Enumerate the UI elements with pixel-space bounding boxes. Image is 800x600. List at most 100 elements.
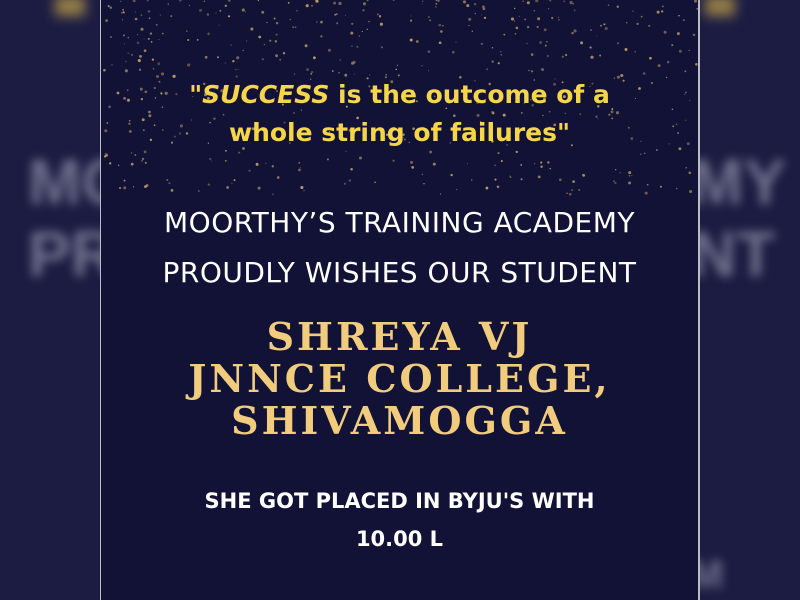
star-dot bbox=[187, 38, 190, 42]
star-dot bbox=[427, 50, 431, 53]
star-dot bbox=[580, 41, 584, 45]
star-dot bbox=[551, 16, 554, 20]
star-dot bbox=[500, 50, 502, 53]
star-dot bbox=[435, 2, 438, 5]
star-dot bbox=[632, 10, 634, 12]
star-dot bbox=[376, 13, 379, 16]
star-dot bbox=[109, 162, 112, 165]
star-dot bbox=[211, 160, 213, 162]
star-dot bbox=[678, 49, 682, 53]
star-dot bbox=[127, 36, 130, 39]
star-dot bbox=[466, 4, 470, 8]
star-dot bbox=[130, 152, 133, 154]
star-dot bbox=[644, 191, 648, 195]
star-dot bbox=[590, 29, 592, 31]
star-dot bbox=[497, 152, 500, 155]
star-dot bbox=[218, 24, 220, 26]
star-dot bbox=[660, 10, 664, 13]
star-dot bbox=[147, 37, 150, 40]
academy-line-1: MOORTHY’S TRAINING ACADEMY bbox=[164, 206, 635, 239]
star-dot bbox=[415, 40, 419, 43]
star-dot bbox=[684, 70, 687, 73]
star-dot bbox=[480, 14, 482, 16]
star-dot bbox=[134, 17, 138, 21]
star-dot bbox=[395, 68, 397, 71]
star-dot bbox=[130, 162, 134, 166]
star-dot bbox=[396, 64, 399, 66]
star-dot bbox=[226, 186, 229, 189]
star-dot bbox=[695, 62, 698, 66]
star-dot bbox=[157, 62, 161, 66]
star-dot bbox=[287, 1, 290, 4]
star-dot bbox=[392, 159, 395, 162]
star-dot bbox=[514, 32, 517, 35]
star-dot bbox=[167, 3, 169, 5]
star-dot bbox=[689, 189, 693, 194]
star-dot bbox=[343, 182, 347, 185]
star-dot bbox=[224, 62, 226, 64]
star-dot bbox=[486, 68, 489, 71]
star-dot bbox=[120, 11, 123, 14]
star-dot bbox=[217, 56, 219, 59]
star-dot bbox=[678, 14, 680, 17]
blurred-text: PRO bbox=[28, 218, 100, 290]
star-dot bbox=[569, 1, 573, 5]
star-dot bbox=[255, 162, 259, 166]
star-dot bbox=[196, 39, 199, 41]
star-dot bbox=[122, 11, 125, 14]
star-dot bbox=[351, 22, 354, 25]
star-dot bbox=[266, 22, 268, 24]
star-dot bbox=[491, 47, 494, 49]
star-dot bbox=[624, 48, 628, 51]
star-dot bbox=[334, 13, 337, 16]
star-dot bbox=[548, 8, 550, 10]
star-dot bbox=[688, 49, 690, 52]
star-dot bbox=[152, 68, 155, 70]
star-dot bbox=[358, 156, 363, 160]
star-dot bbox=[549, 0, 552, 2]
star-dot bbox=[119, 0, 122, 2]
star-dot bbox=[137, 58, 141, 63]
quote-line-2: whole string of failures" bbox=[228, 118, 571, 147]
star-dot bbox=[573, 29, 577, 33]
star-dot bbox=[336, 22, 339, 25]
star-dot bbox=[600, 24, 602, 27]
star-dot bbox=[361, 30, 363, 33]
star-dot bbox=[351, 45, 353, 47]
star-dot bbox=[124, 60, 127, 63]
star-dot bbox=[298, 168, 301, 172]
star-dot bbox=[158, 39, 160, 41]
star-dot bbox=[639, 153, 642, 156]
star-dot bbox=[563, 0, 566, 3]
blurred-glow bbox=[55, 0, 85, 16]
star-dot bbox=[109, 6, 112, 9]
star-dot bbox=[599, 54, 602, 57]
star-dot bbox=[494, 178, 497, 181]
star-dot bbox=[203, 0, 206, 3]
star-dot bbox=[275, 21, 279, 25]
star-dot bbox=[215, 12, 217, 14]
star-dot bbox=[688, 171, 692, 175]
star-dot bbox=[437, 0, 440, 3]
student-city: SHIVAMOGGA bbox=[231, 398, 568, 443]
star-dot bbox=[320, 20, 323, 24]
star-dot bbox=[103, 68, 106, 72]
star-dot bbox=[546, 54, 549, 58]
star-dot bbox=[168, 181, 171, 185]
star-dot bbox=[515, 26, 519, 30]
star-dot bbox=[310, 70, 314, 74]
star-dot bbox=[628, 174, 631, 177]
star-dot bbox=[140, 27, 144, 31]
star-dot bbox=[111, 64, 113, 66]
star-dot bbox=[139, 54, 142, 58]
star-dot bbox=[224, 159, 227, 162]
star-dot bbox=[613, 180, 615, 182]
star-dot bbox=[122, 19, 124, 21]
star-dot bbox=[378, 15, 382, 18]
star-dot bbox=[558, 19, 560, 21]
star-dot bbox=[411, 166, 415, 169]
star-dot bbox=[149, 32, 153, 35]
star-dot bbox=[544, 44, 547, 47]
star-dot bbox=[339, 59, 341, 61]
star-dot bbox=[435, 6, 437, 8]
